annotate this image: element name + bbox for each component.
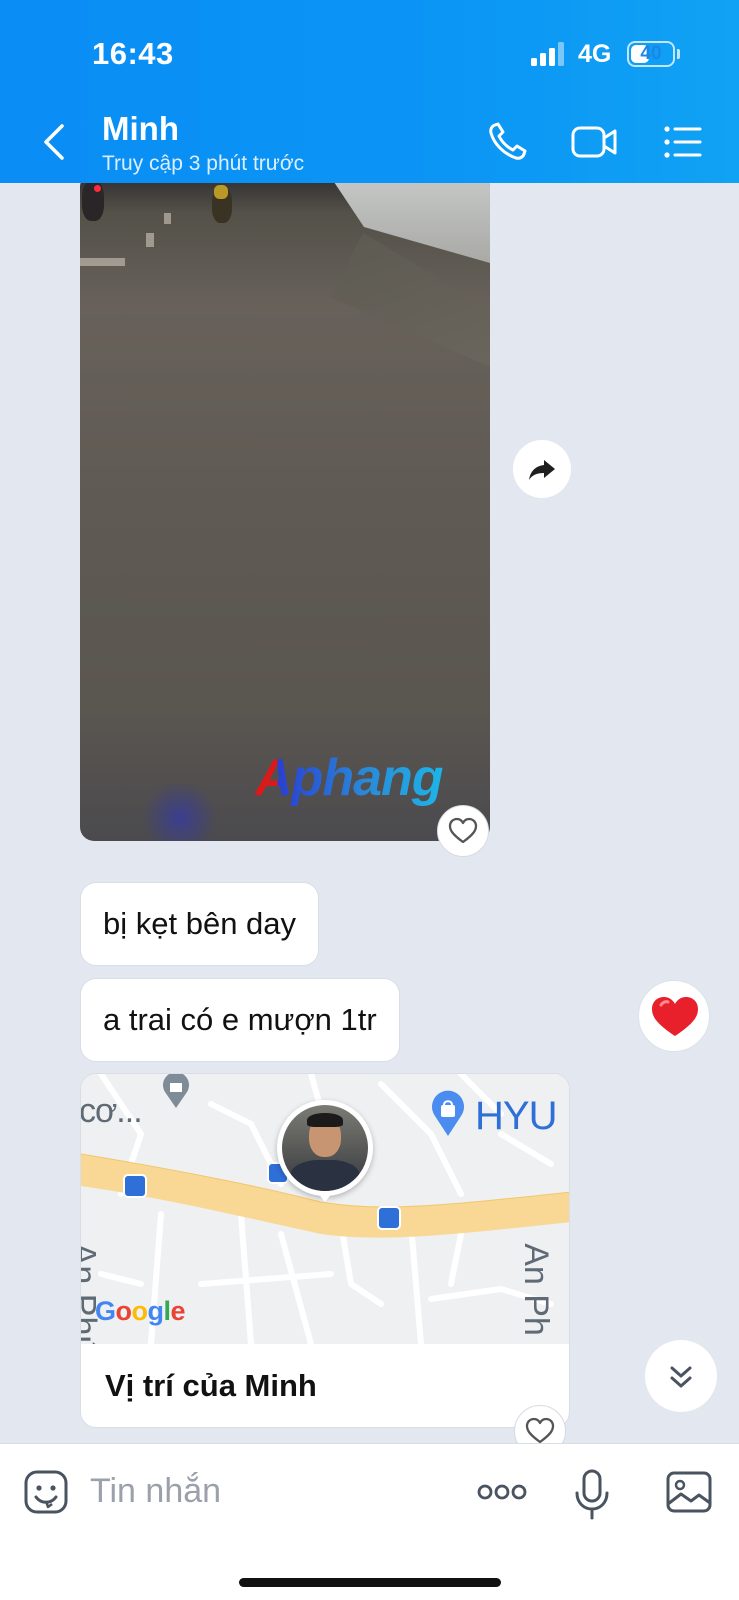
menu-list-icon[interactable] [660,120,706,164]
like-heart-icon[interactable] [514,1405,566,1443]
video-message[interactable]: Aphang [80,183,490,841]
location-caption: Vị trí của Minh [105,1368,317,1403]
battery-nub [677,49,680,59]
bus-stop-icon [123,1174,147,1198]
lane-mark [146,233,154,247]
sticker-icon[interactable] [22,1468,70,1516]
message-input[interactable]: Tin nhắn [90,1472,221,1511]
contact-name[interactable]: Minh [102,110,179,148]
tail-light [94,185,101,192]
rider-helmet [214,185,228,199]
video-watermark: Aphang [255,749,444,807]
map-label-street-left: An Phú [81,1242,103,1344]
status-time: 16:43 [92,36,174,71]
location-map[interactable]: cơ... HYU An Phú An Ph Google [81,1074,569,1344]
signal-icon [531,42,569,66]
battery-icon: 40 [627,41,675,67]
video-scene-sidewalk [330,233,490,393]
more-icon[interactable] [476,1468,528,1516]
heart-reaction-icon[interactable] [638,980,710,1052]
avatar [277,1100,373,1202]
message-bubble[interactable]: a trai có e mượn 1tr [80,978,400,1062]
home-indicator [239,1578,501,1587]
image-icon[interactable] [664,1468,714,1516]
bus-stop-icon [377,1206,401,1230]
lane-mark [80,258,125,266]
map-label-poi: HYU [475,1094,557,1138]
map-label-top-left: cơ... [81,1092,143,1130]
like-heart-icon[interactable] [437,805,489,857]
phone-icon[interactable] [486,120,532,164]
location-message[interactable]: cơ... HYU An Phú An Ph Google [80,1073,570,1428]
double-chevron-down-icon [670,1366,692,1388]
map-pin-icon [159,1074,193,1110]
forward-share-icon[interactable] [513,440,571,498]
map-label-street-right: An Ph [516,1243,555,1336]
video-call-icon[interactable] [570,120,620,164]
back-icon[interactable] [40,122,70,162]
battery-level: 40 [640,43,662,64]
message-list[interactable]: Aphang bị kẹt bên day a trai có e mượn 1… [0,183,739,1443]
microphone-icon[interactable] [568,1468,616,1520]
shopping-pin-icon [429,1090,467,1138]
message-input-bar: Tin nhắn [0,1443,739,1600]
network-type: 4G [578,40,612,68]
message-bubble[interactable]: bị kẹt bên day [80,882,320,966]
last-seen-status: Truy cập 3 phút trước [102,152,305,175]
scroll-to-bottom-button[interactable] [645,1340,717,1412]
video-scene-wall [328,183,490,263]
lane-mark [164,213,171,224]
video-blur [140,783,220,841]
google-logo: Google [95,1296,186,1326]
chat-header: 16:43 4G 40 Minh Truy cập 3 phút trước [0,0,739,183]
